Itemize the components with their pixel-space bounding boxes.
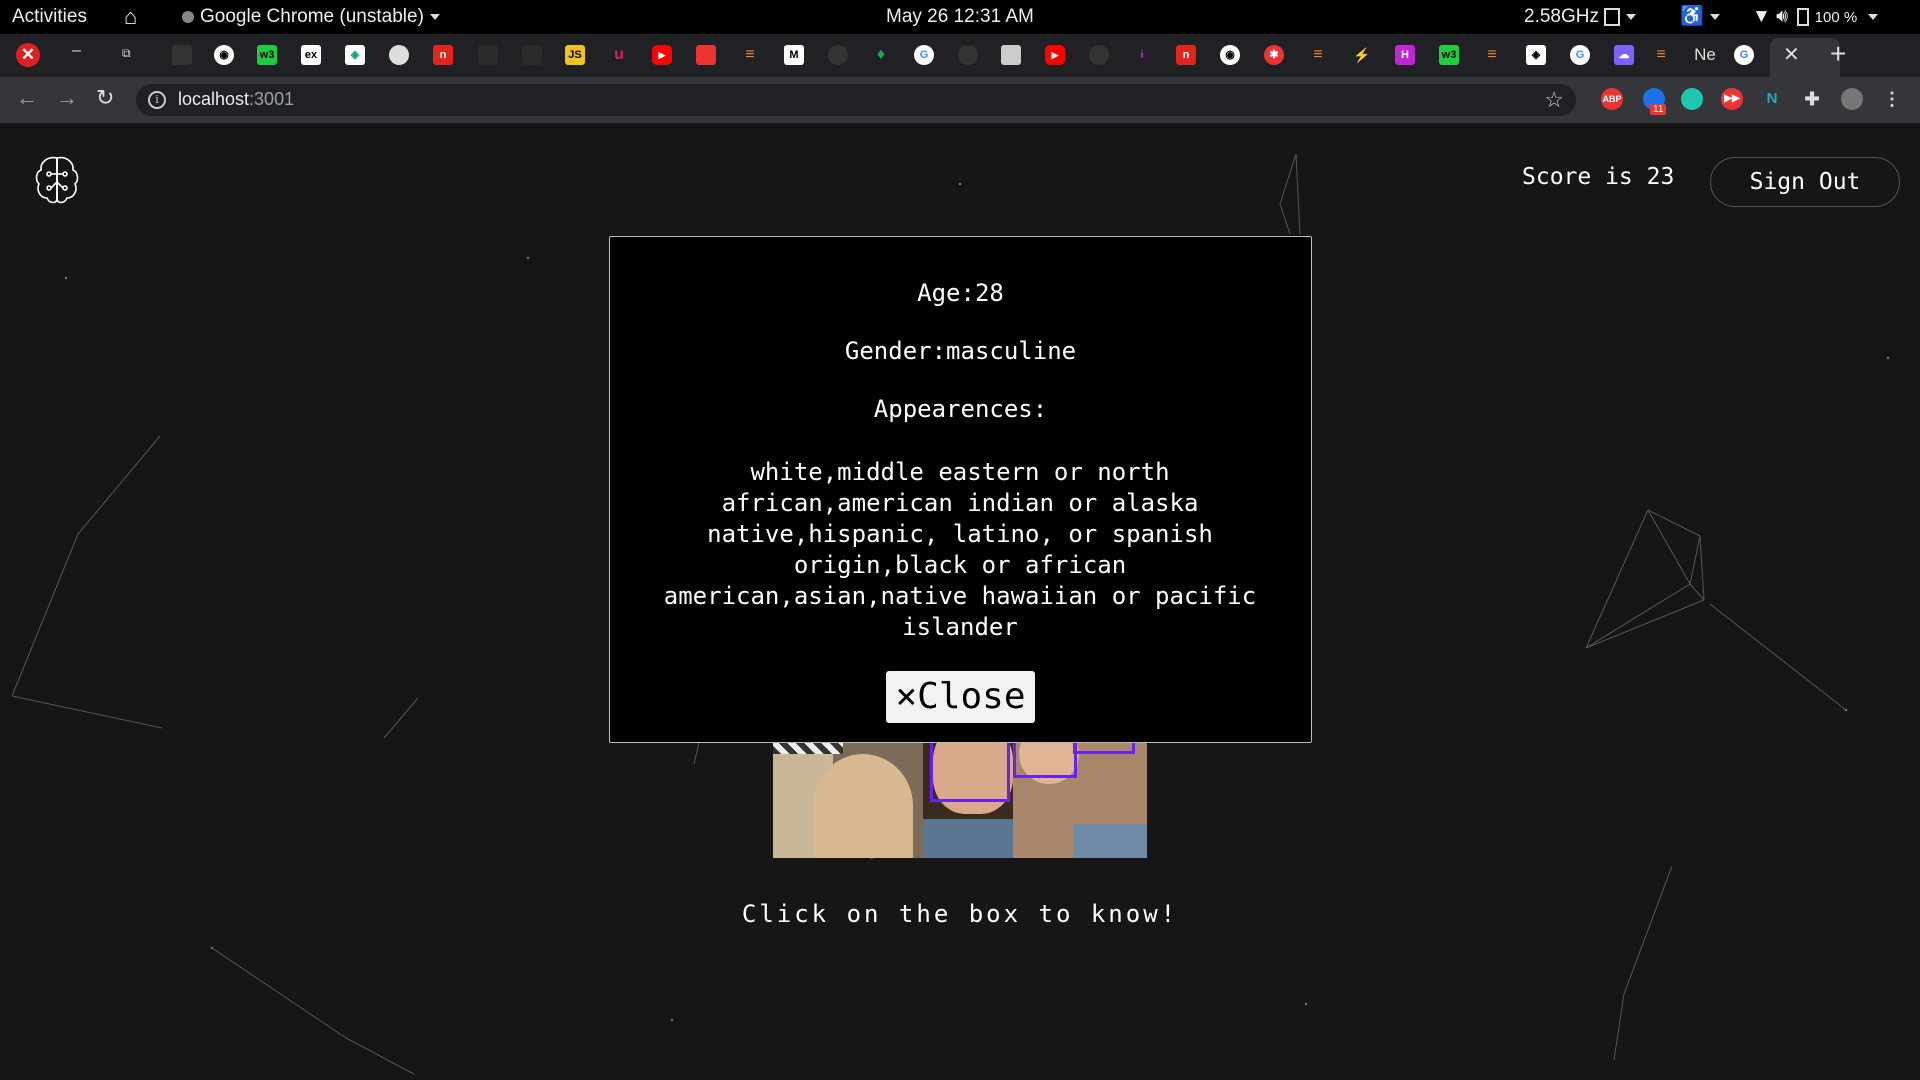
tab-favicon-n-icon[interactable]: n	[433, 45, 453, 65]
age-text: Age:28	[917, 279, 1004, 307]
new-tab-button[interactable]: +	[1830, 38, 1846, 70]
chevron-down-icon	[1868, 13, 1879, 20]
gender-text: Gender:masculine	[844, 337, 1077, 365]
tab-favicon-info-icon[interactable]: i	[1132, 45, 1152, 65]
url-host: localhost	[178, 89, 250, 109]
tab-favicon-github-icon[interactable]	[958, 45, 978, 65]
home-icon[interactable]: ⌂	[124, 0, 137, 34]
tab-partial-title[interactable]: Ne	[1690, 45, 1720, 65]
clock[interactable]: May 26 12:31 AM	[886, 0, 1034, 34]
tab-favicon-google-icon[interactable]: G	[1570, 45, 1590, 65]
tab-favicon-google-icon[interactable]: G	[914, 45, 934, 65]
tab-favicon-stackoverflow-icon[interactable]: ≡	[1651, 45, 1671, 65]
reload-icon[interactable]: ↻	[96, 85, 114, 111]
tab-favicon-github-icon[interactable]	[1089, 45, 1109, 65]
volume-icon: 🔊︎	[1776, 6, 1789, 27]
tab-favicon-google-icon[interactable]: G	[1734, 45, 1754, 65]
cpu-icon	[1604, 7, 1621, 26]
cpu-frequency[interactable]: 2.58GHz	[1524, 0, 1637, 34]
photo-region	[813, 754, 913, 858]
window-close-button[interactable]: ✕	[16, 43, 40, 67]
tab-favicon-bolt-icon[interactable]: ⚡	[1352, 45, 1372, 65]
wifi-icon: ▼	[1752, 6, 1771, 27]
forward-icon[interactable]: →	[56, 85, 78, 111]
tab-favicon-mongodb-icon[interactable]: ♦	[871, 45, 891, 65]
bookmark-star-icon[interactable]: ☆	[1544, 87, 1564, 113]
activities-button[interactable]: Activities	[12, 0, 87, 34]
chrome-small-icon	[182, 10, 194, 23]
site-info-icon[interactable]: i	[148, 91, 166, 109]
accessibility-menu[interactable]: ♿	[1680, 0, 1720, 34]
chevron-down-icon	[429, 13, 440, 20]
system-top-bar: Activities ⌂ Google Chrome (unstable) Ma…	[0, 0, 1920, 34]
battery-text: 100 %	[1814, 9, 1858, 26]
tab-favicon-youtube-icon[interactable]: ▶	[1045, 45, 1065, 65]
battery-icon	[1797, 7, 1810, 26]
tab-favicon-image-icon[interactable]	[1001, 45, 1021, 65]
profile-avatar[interactable]	[1841, 88, 1863, 110]
chevron-down-icon	[1709, 13, 1720, 20]
n-extension-icon[interactable]: N	[1761, 88, 1783, 110]
tab-favicon-h-icon[interactable]: H	[1395, 45, 1415, 65]
tab-strip: ✕ – ⧉ ◉ w3 ex ◈ n JS u ▶ ≡ M ♦ G ▶ i n ◉…	[0, 34, 1920, 77]
tab-favicon-chat-icon[interactable]: ☁	[1614, 45, 1634, 65]
tab-favicon-youtube-icon[interactable]: ▶	[652, 45, 672, 65]
window-minimize-button[interactable]: –	[72, 42, 81, 60]
tab-favicon-stackoverflow-icon[interactable]: ≡	[1482, 45, 1502, 65]
detected-faces-image	[773, 724, 1147, 858]
address-bar[interactable]: i localhost:3001 ☆	[136, 84, 1576, 116]
chrome-menu-icon[interactable]: ⋮	[1881, 88, 1903, 110]
tab-favicon-u-icon[interactable]: u	[609, 45, 629, 65]
app-name: Google Chrome (unstable)	[200, 6, 424, 27]
close-button[interactable]: ×Close	[886, 671, 1035, 723]
back-icon[interactable]: ←	[16, 85, 38, 111]
window-restore-button[interactable]: ⧉	[122, 46, 131, 61]
tab-favicon-box-icon[interactable]	[696, 45, 716, 65]
tab-favicon-ex-icon[interactable]: ex	[301, 45, 321, 65]
hint-text: Click on the box to know!	[741, 900, 1179, 928]
sign-out-button[interactable]: Sign Out	[1710, 157, 1900, 207]
tab-favicon-avatar-icon[interactable]	[389, 45, 409, 65]
app-menu[interactable]: Google Chrome (unstable)	[182, 0, 440, 34]
navigation-bar: ← → ↻ i localhost:3001 ☆ ABP 11 ▶▶ N ✚ ⋮	[0, 77, 1920, 124]
system-menu[interactable]: ▼ 🔊︎ 100 %	[1752, 0, 1879, 34]
tab-favicon-blank-icon[interactable]	[478, 45, 498, 65]
photo-region	[1073, 824, 1147, 858]
tab-favicon-w3-icon[interactable]: w3	[1439, 45, 1459, 65]
appearances-label: Appearences:	[873, 395, 1048, 423]
tab-favicon-w3-icon[interactable]: w3	[257, 45, 277, 65]
score-text: Score is 23	[1522, 164, 1675, 190]
tab-favicon-angular-icon[interactable]: ✱	[1264, 45, 1284, 65]
tab-favicon-globe-icon[interactable]: ◉	[214, 45, 234, 65]
adblock-extension-icon[interactable]: ABP	[1601, 88, 1623, 110]
tab-favicon-js-icon[interactable]: JS	[565, 45, 585, 65]
tab-favicon-n-icon[interactable]: n	[1176, 45, 1196, 65]
appearances-text: white,middle eastern or north african,am…	[663, 458, 1257, 641]
tab-close-icon[interactable]: ✕	[1783, 42, 1800, 67]
tab-favicon-stackoverflow-icon[interactable]: ≡	[740, 45, 760, 65]
accessibility-icon: ♿	[1680, 6, 1704, 27]
tab-favicon-blank-icon[interactable]	[522, 45, 542, 65]
tab-favicon-github-icon[interactable]	[828, 45, 848, 65]
chevron-down-icon	[1626, 13, 1637, 20]
cpu-frequency-text: 2.58GHz	[1524, 6, 1599, 27]
tab-favicon-globe-icon[interactable]: ◉	[1220, 45, 1240, 65]
extensions-puzzle-icon[interactable]: ✚	[1801, 88, 1823, 110]
grammarly-extension-icon[interactable]	[1681, 88, 1703, 110]
tab-favicon-github-icon[interactable]	[172, 45, 192, 65]
video-extension-icon[interactable]: ▶▶	[1721, 88, 1743, 110]
brain-logo-icon[interactable]	[34, 154, 80, 206]
extension-badge: 11	[1650, 104, 1667, 115]
tab-favicon-codesandbox-icon[interactable]: ◈	[1526, 45, 1546, 65]
url-port: :3001	[249, 89, 295, 109]
tab-favicon-medium-icon[interactable]: M	[784, 45, 804, 65]
face-details-modal: Age:28 Gender:masculine Appearences: whi…	[609, 236, 1312, 743]
tab-favicon-codepen-icon[interactable]: ◈	[345, 45, 365, 65]
url-text[interactable]: localhost:3001	[178, 89, 294, 110]
tab-favicon-stackoverflow-icon[interactable]: ≡	[1308, 45, 1328, 65]
